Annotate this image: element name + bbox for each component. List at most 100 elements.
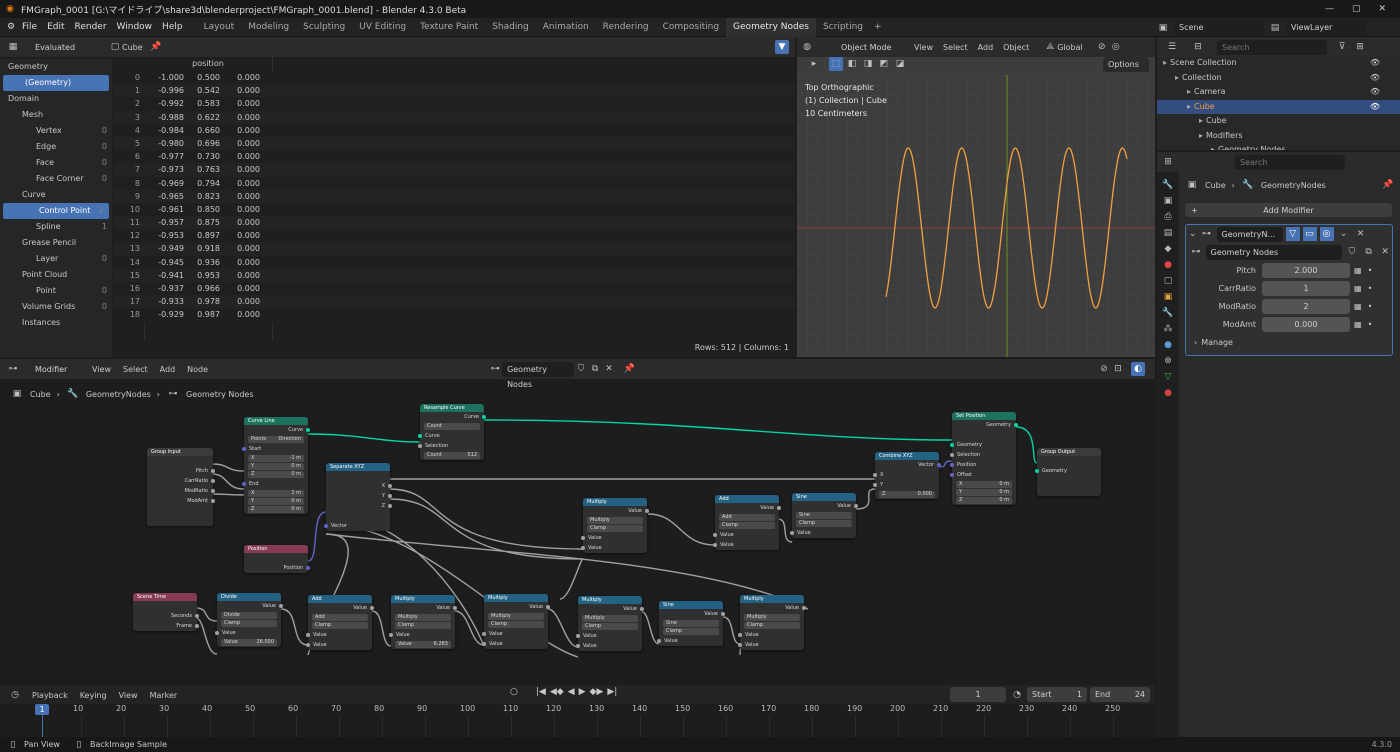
outliner-search[interactable]: Search	[1217, 39, 1327, 55]
node-header[interactable]: Resample Curve	[420, 404, 484, 412]
select-box-icon[interactable]: ⬚	[829, 57, 843, 71]
timeline-menu-marker[interactable]: Marker	[150, 691, 178, 700]
node-header[interactable]: Set Position	[952, 412, 1016, 420]
node-header[interactable]: Group Output	[1037, 448, 1101, 456]
node-socket[interactable]	[713, 533, 717, 537]
timeline-menu-playback[interactable]: Playback	[32, 691, 68, 700]
select-extend-icon[interactable]: ◧	[845, 57, 859, 71]
jump-keyframe-back-icon[interactable]: ◀◆	[550, 687, 564, 697]
node-socket[interactable]	[195, 614, 199, 618]
node-socket[interactable]	[937, 463, 941, 467]
node-header[interactable]: Group Input	[147, 448, 213, 456]
node-scene-time[interactable]: Scene Time Seconds Frame	[133, 593, 199, 631]
param-attribute-toggle-icon[interactable]: ▦	[1354, 320, 1362, 329]
node-mul3[interactable]: Multiply Value Multiply Clamp Value Value	[576, 596, 644, 651]
domain-item[interactable]: Face Corner 0	[0, 171, 112, 187]
param-keyframe-dot-icon[interactable]: •	[1368, 284, 1373, 293]
close-icon[interactable]: ✕	[1378, 4, 1386, 14]
scene-tab-icon[interactable]: ◆	[1165, 244, 1172, 254]
node-field[interactable]: Count 512	[424, 452, 480, 459]
viewport-menu-select[interactable]: Select	[943, 43, 968, 52]
node-field[interactable]: Value 6.283	[395, 641, 451, 648]
node-socket[interactable]	[388, 504, 392, 508]
param-value-field[interactable]: 0.000	[1262, 316, 1350, 332]
node-socket[interactable]	[482, 642, 486, 646]
node-header[interactable]: Divide	[217, 593, 281, 601]
param-value-field[interactable]: 2	[1262, 298, 1350, 314]
node-field[interactable]: Points Direction	[248, 436, 304, 443]
menu-window[interactable]: Window	[117, 22, 153, 32]
tab-rendering[interactable]: Rendering	[596, 18, 656, 37]
node-socket[interactable]	[1035, 469, 1039, 473]
param-attribute-toggle-icon[interactable]: ▦	[1354, 302, 1362, 311]
viewport-menu-object[interactable]: Object	[1003, 43, 1029, 52]
tab-layout[interactable]: Layout	[197, 18, 242, 37]
node-field[interactable]: Count	[424, 423, 480, 430]
output-tab-icon[interactable]: ⎙	[1164, 212, 1171, 222]
node-socket[interactable]	[713, 543, 717, 547]
menu-render[interactable]: Render	[75, 22, 107, 32]
domain-item[interactable]: Volume Grids 0	[0, 299, 112, 315]
node-field[interactable]: X -1 m	[248, 455, 304, 462]
record-icon[interactable]: ○	[510, 687, 518, 697]
node-socket[interactable]	[873, 483, 877, 487]
outliner-filter-icon[interactable]: ⊽	[1335, 40, 1349, 54]
object-tab-icon[interactable]: ▣	[1164, 292, 1173, 302]
transform-orientation-icon[interactable]: ⟁	[1043, 40, 1057, 54]
tab-animation[interactable]: Animation	[536, 18, 596, 37]
timeline-ruler[interactable]: 10 20 30 40 50 60 70 80 90 100 110 120 130 140 150 160 1…	[0, 704, 1155, 737]
snap-icon[interactable]: ⊘	[1095, 40, 1109, 54]
mode-dropdown[interactable]: Object Mode	[836, 39, 906, 55]
nodetree-browse-icon[interactable]: ⊶	[1189, 245, 1203, 259]
node-header[interactable]: Multiply	[391, 595, 455, 603]
world-tab-icon[interactable]: ●	[1164, 260, 1172, 270]
view-layer-tab-icon[interactable]: ▤	[1164, 228, 1173, 238]
domain-item[interactable]: Edge 0	[0, 139, 112, 155]
node-header[interactable]: Add	[308, 595, 372, 603]
param-attribute-toggle-icon[interactable]: ▦	[1354, 284, 1362, 293]
node-socket[interactable]	[324, 524, 328, 528]
node-socket[interactable]	[950, 443, 954, 447]
node-field[interactable]: Y0 m	[248, 463, 304, 470]
domain-item[interactable]: Mesh	[0, 107, 112, 123]
modifier-menu-icon[interactable]: ⌄	[1337, 227, 1351, 241]
domain-item[interactable]: Face 0	[0, 155, 112, 171]
node-header[interactable]: Multiply	[740, 595, 804, 603]
domain-item[interactable]: Layer 0	[0, 251, 112, 267]
node-socket[interactable]	[873, 473, 877, 477]
node-socket[interactable]	[546, 605, 550, 609]
node-header[interactable]: Add	[715, 495, 779, 503]
display-mode-icon[interactable]: ⊟	[1191, 40, 1205, 54]
node-field[interactable]: Clamp	[312, 622, 368, 629]
menu-help[interactable]: Help	[162, 22, 183, 32]
node-add-top[interactable]: Add Value Add Clamp Value Value	[713, 495, 781, 550]
orientation-dropdown[interactable]: Global	[1057, 43, 1083, 52]
node-socket[interactable]	[279, 604, 283, 608]
node-field[interactable]: Clamp	[221, 620, 277, 627]
node-editor[interactable]: ⊶ Modifier View Select Add Node ⊶ Geometry …	[0, 359, 1155, 683]
add-workspace-icon[interactable]: +	[874, 22, 882, 32]
node-socket[interactable]	[388, 494, 392, 498]
scene-icon[interactable]: ▣	[1156, 21, 1170, 35]
node-field[interactable]: Z0 m	[248, 506, 304, 513]
outliner-item[interactable]: ▸ Camera 👁	[1157, 85, 1400, 100]
edit-mode-toggle-icon[interactable]: ▽	[1285, 227, 1300, 241]
node-socket[interactable]	[370, 606, 374, 610]
node-field[interactable]: Clamp	[587, 525, 643, 532]
properties-editor-icon[interactable]: ⊞	[1161, 155, 1175, 169]
modifier-name-field[interactable]: GeometryN...	[1216, 226, 1283, 242]
node-field[interactable]: Add	[719, 514, 775, 521]
manage-subpanel[interactable]: › Manage	[1186, 333, 1392, 351]
modifier-tab-icon[interactable]: 🔧	[1162, 308, 1173, 318]
outliner-item[interactable]: ▸ Geometry Nodes	[1157, 143, 1400, 150]
node-header[interactable]: Sine	[792, 493, 856, 501]
play-icon[interactable]: ▶	[579, 687, 586, 697]
node-socket[interactable]	[242, 482, 246, 486]
node-field[interactable]: Clamp	[796, 520, 852, 527]
node-socket[interactable]	[950, 473, 954, 477]
tab-texture-paint[interactable]: Texture Paint	[413, 18, 485, 37]
tab-shading[interactable]: Shading	[485, 18, 536, 37]
blender-menu-icon[interactable]: ⚙	[4, 20, 18, 34]
pin-icon[interactable]: 📌	[149, 40, 163, 54]
node-mul2[interactable]: Multiply Value Multiply Clamp Value Value	[482, 594, 550, 649]
